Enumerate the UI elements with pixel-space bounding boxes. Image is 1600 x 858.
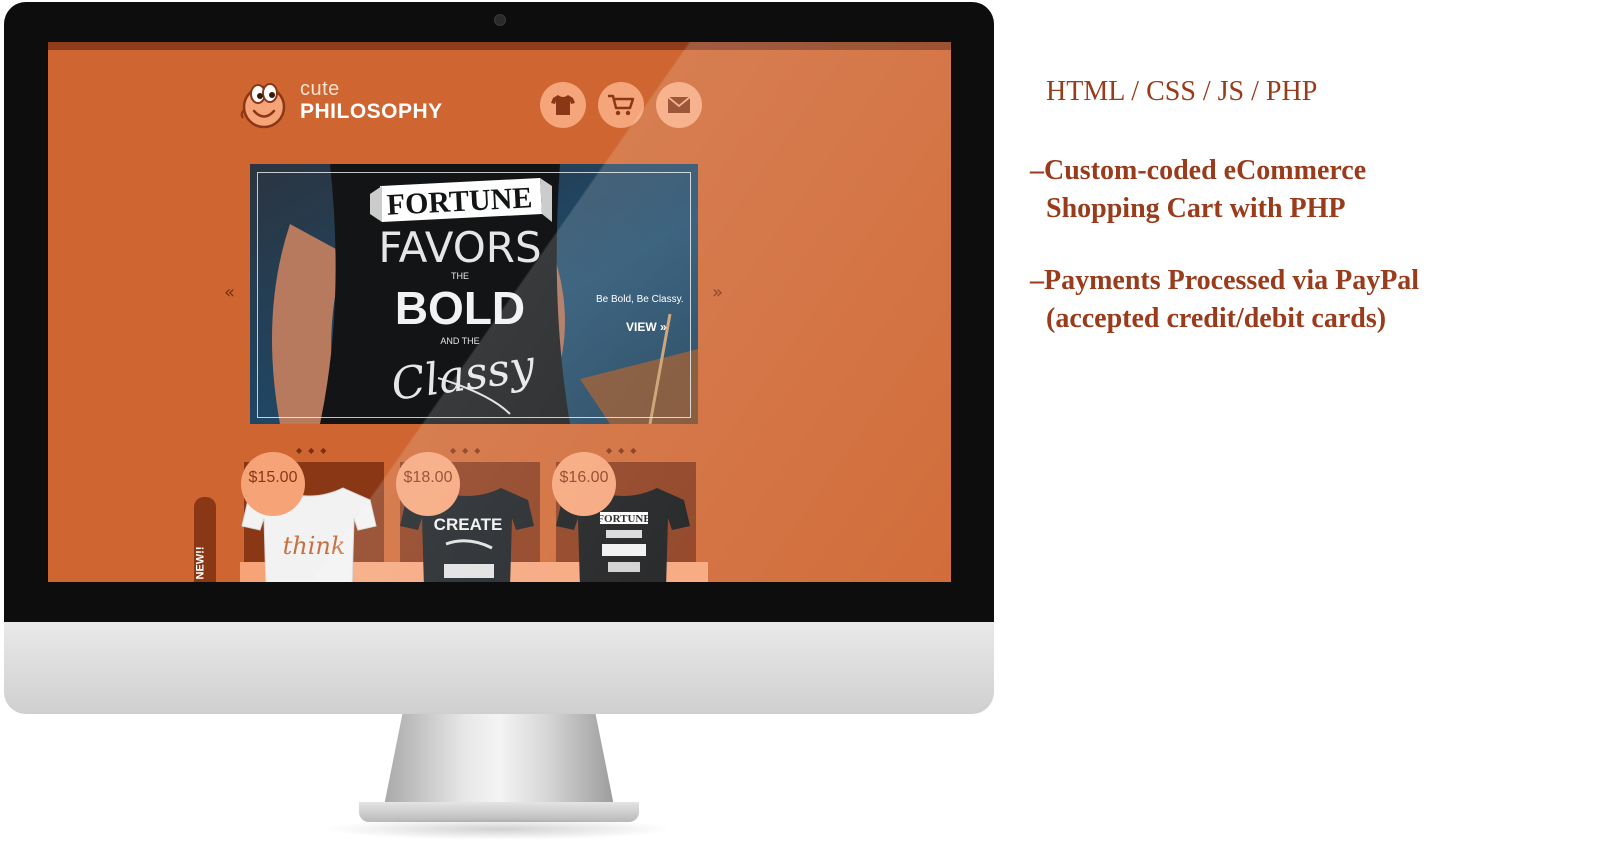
- feature-payments: –Payments Processed via PayPal (accepted…: [1030, 262, 1419, 338]
- shirt-line-2: FAVORS: [378, 223, 541, 272]
- logo-cute-text: cute: [300, 78, 340, 100]
- contact-nav-button[interactable]: [656, 82, 702, 128]
- feature-1-line-1: –Custom-coded eCommerce: [1030, 155, 1367, 186]
- tshirt-icon: [551, 95, 575, 115]
- monitor-shadow: [324, 818, 674, 840]
- feature-shopping-cart: –Custom-coded eCommerce Shopping Cart wi…: [1030, 152, 1366, 228]
- price-badge-2: $18.00: [396, 452, 460, 516]
- imac-monitor: cute PHILOSOPHY « » FORTUNE FAVORS THE B…: [4, 2, 994, 840]
- shirt-line-6: Classy: [388, 340, 539, 411]
- monitor-stand: [384, 714, 614, 806]
- feature-1-line-2: Shopping Cart with PHP: [1046, 193, 1346, 224]
- product-2-shirt-text: CREATE: [434, 515, 503, 534]
- logo-philosophy-text: PHILOSOPHY: [300, 100, 443, 123]
- product-1-shirt-text: think: [283, 532, 346, 560]
- cart-icon: [608, 94, 635, 116]
- price-badge-1: $15.00: [241, 452, 305, 516]
- tech-stack-heading: HTML / CSS / JS / PHP: [1046, 76, 1318, 107]
- monitor-chin: [4, 622, 994, 714]
- website-screen: cute PHILOSOPHY « » FORTUNE FAVORS THE B…: [48, 42, 951, 582]
- cart-nav-button[interactable]: [598, 82, 644, 128]
- slide-caption: Be Bold, Be Classy.: [596, 294, 684, 305]
- slide-view-link[interactable]: VIEW »: [626, 320, 667, 334]
- price-badge-3: $16.00: [552, 452, 616, 516]
- feature-2-line-2: (accepted credit/debit cards): [1046, 303, 1387, 334]
- shirt-line-4: BOLD: [395, 282, 525, 334]
- product-3-dots: ◆◆◆: [606, 446, 643, 455]
- hero-slider[interactable]: FORTUNE FAVORS THE BOLD AND THE Classy B…: [250, 164, 698, 424]
- shirt-line-5: AND THE: [440, 336, 479, 346]
- price-3: $16.00: [559, 469, 609, 486]
- site-top-bar: [48, 42, 951, 50]
- price-1: $15.00: [248, 469, 298, 486]
- mascot-face-icon: [240, 83, 286, 129]
- price-2: $18.00: [403, 469, 453, 486]
- slider-next-arrow[interactable]: »: [712, 282, 723, 303]
- slider-prev-arrow[interactable]: «: [224, 282, 235, 303]
- site-logo[interactable]: cute PHILOSOPHY: [238, 78, 468, 134]
- shop-nav-button[interactable]: [540, 82, 586, 128]
- feature-2-line-1: –Payments Processed via PayPal: [1030, 265, 1420, 296]
- shirt-line-3: THE: [451, 271, 469, 281]
- new-tag-label: NEW!!: [194, 546, 207, 580]
- product-1-dots: ◆◆◆: [296, 446, 333, 455]
- camera-icon: [494, 14, 506, 26]
- product-2-dots: ◆◆◆: [450, 446, 487, 455]
- shirt-line-1: FORTUNE: [386, 181, 533, 222]
- mail-icon: [667, 96, 691, 113]
- product-3-shirt-text: FORTUNE: [597, 513, 650, 525]
- new-products-tag[interactable]: NEW!!: [194, 497, 216, 582]
- monitor-bezel: cute PHILOSOPHY « » FORTUNE FAVORS THE B…: [4, 2, 994, 622]
